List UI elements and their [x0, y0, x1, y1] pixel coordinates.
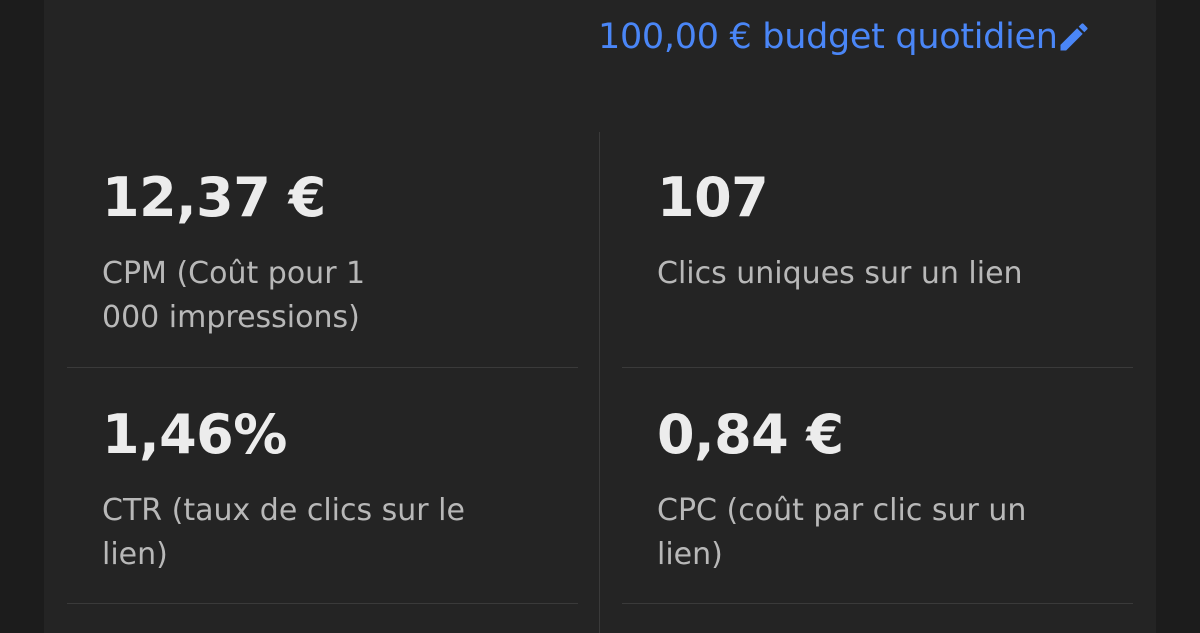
row-divider-left-1 [67, 367, 578, 368]
metric-label: CTR (taux de clics sur le lien) [102, 493, 465, 572]
row-divider-right-2 [622, 603, 1133, 604]
metric-label: Clics uniques sur un lien [657, 256, 1023, 291]
metric-ctr: 1,46% CTR (taux de clics sur le lien) [102, 405, 542, 577]
column-divider [599, 132, 600, 633]
metric-value: 0,84 € [657, 403, 844, 466]
metric-value: 1,46% [102, 403, 287, 466]
metric-unique-link-clicks: 107 Clics uniques sur un lien [657, 168, 1097, 296]
row-divider-right-1 [622, 367, 1133, 368]
daily-budget-label: 100,00 € budget quotidien [598, 17, 1058, 57]
metric-value: 12,37 € [102, 166, 326, 229]
pencil-icon[interactable] [1056, 19, 1092, 55]
metric-label: CPC (coût par clic sur un lien) [657, 493, 1027, 572]
metric-label: CPM (Coût pour 1 000 impressions) [102, 256, 366, 335]
metric-cpm: 12,37 € CPM (Coût pour 1 000 impressions… [102, 168, 542, 340]
metric-cpc: 0,84 € CPC (coût par clic sur un lien) [657, 405, 1097, 577]
row-divider-left-2 [67, 603, 578, 604]
daily-budget-link[interactable]: 100,00 € budget quotidien [598, 14, 1092, 60]
metric-value: 107 [657, 166, 769, 229]
